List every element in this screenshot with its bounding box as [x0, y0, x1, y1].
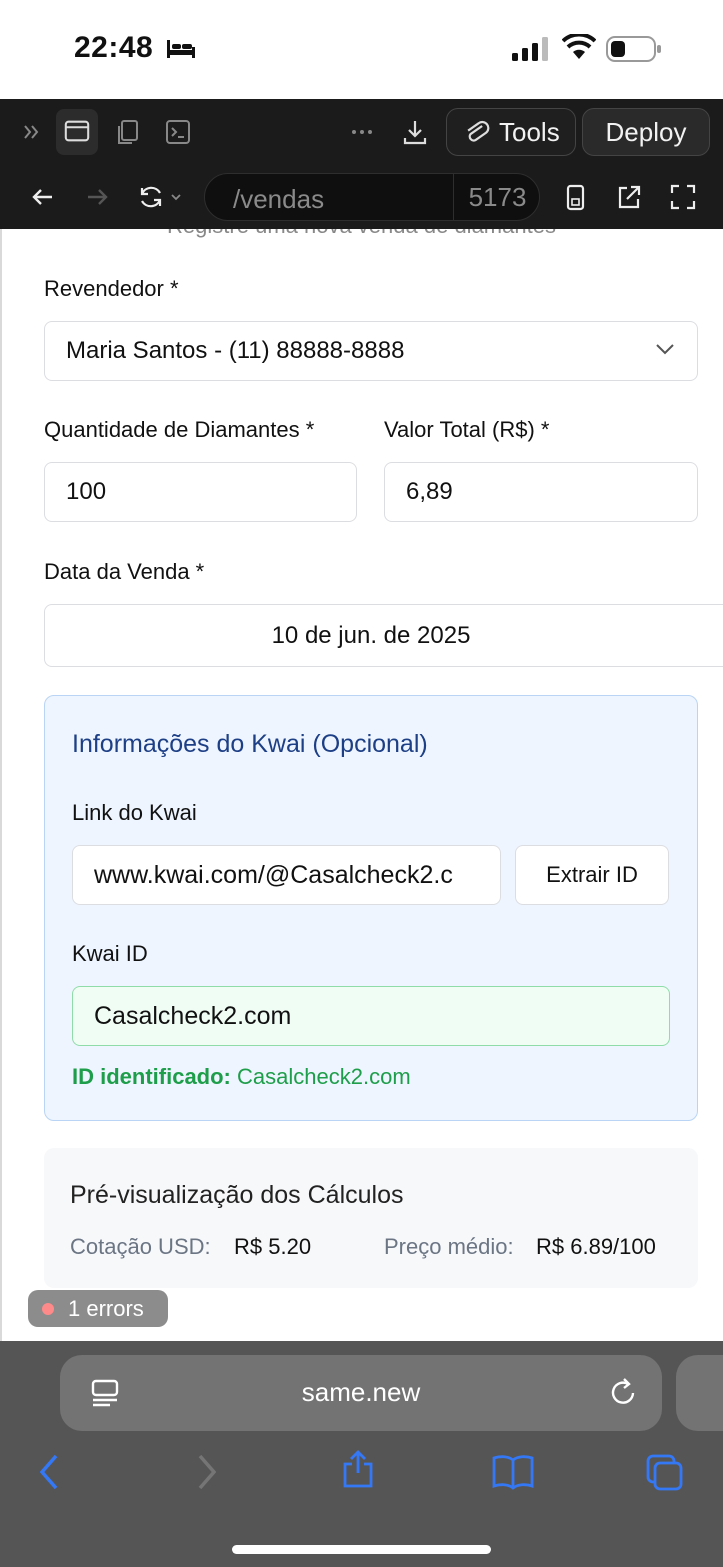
safari-url: same.new: [301, 1377, 421, 1407]
kwai-id-label: Kwai ID: [72, 941, 148, 966]
paperclip-icon: [467, 120, 490, 142]
kwai-link-value: www.kwai.com/@Casalcheck2.c: [94, 860, 453, 889]
quantidade-label: Quantidade de Diamantes *: [44, 417, 315, 442]
home-indicator[interactable]: [232, 1545, 491, 1554]
forward-arrow-icon[interactable]: [82, 182, 112, 212]
data-venda-value: 10 de jun. de 2025: [271, 621, 471, 649]
terminal-icon[interactable]: [163, 117, 193, 147]
status-time: 22:48: [74, 31, 154, 64]
cellular-signal-icon: [512, 37, 548, 61]
fullscreen-icon[interactable]: [668, 182, 698, 212]
safari-bottom-bar: same.new: [0, 1341, 723, 1567]
revendedor-selected-value: Maria Santos - (11) 88888-8888: [66, 337, 405, 364]
reload-icon[interactable]: [604, 1373, 644, 1413]
sale-form-page: Registre uma nova venda de diamantes Rev…: [0, 229, 723, 1341]
id-identified-value: Casalcheck2.com: [237, 1064, 411, 1089]
kwai-link-label: Link do Kwai: [72, 800, 197, 825]
id-identified-prefix: ID identificado:: [72, 1064, 231, 1089]
preco-medio-label: Preço médio:: [384, 1234, 514, 1259]
tabs-icon[interactable]: [644, 1452, 684, 1492]
tools-button[interactable]: Tools: [446, 108, 576, 156]
errors-count: 1 errors: [68, 1295, 144, 1321]
share-icon[interactable]: [338, 1449, 378, 1489]
sleep-focus-icon: [167, 40, 195, 58]
kwai-section-title: Informações do Kwai (Opcional): [72, 730, 428, 758]
preview-nav-bar: /vendas 5173: [0, 165, 723, 229]
preview-title: Pré-visualização dos Cálculos: [70, 1181, 404, 1209]
wifi-icon: [562, 34, 596, 59]
safari-address-bar[interactable]: same.new: [60, 1355, 662, 1431]
revendedor-select[interactable]: Maria Santos - (11) 88888-8888: [44, 321, 698, 381]
url-bar[interactable]: /vendas 5173: [204, 173, 540, 221]
more-options-icon[interactable]: [347, 117, 377, 147]
safari-forward-icon[interactable]: [186, 1452, 226, 1492]
error-dot-icon: [42, 1302, 54, 1315]
revendedor-label: Revendedor *: [44, 276, 179, 301]
cotacao-label: Cotação USD:: [70, 1234, 211, 1259]
refresh-icon[interactable]: [136, 182, 188, 212]
bookmarks-icon[interactable]: [490, 1452, 536, 1492]
browser-view-button[interactable]: [56, 109, 98, 155]
page-border: [0, 229, 2, 1341]
form-subtitle: Registre uma nova venda de diamantes: [0, 229, 723, 239]
valor-total-label: Valor Total (R$) *: [384, 417, 550, 442]
data-venda-input[interactable]: 10 de jun. de 2025: [44, 604, 723, 667]
expand-panels-icon[interactable]: [18, 117, 48, 147]
browser-window-icon: [64, 120, 90, 142]
valor-total-input[interactable]: 6,89: [384, 462, 698, 522]
valor-total-value: 6,89: [406, 478, 453, 505]
status-bar: 22:48: [0, 0, 723, 99]
copy-icon[interactable]: [113, 117, 143, 147]
next-tab-preview[interactable]: [676, 1355, 723, 1431]
extract-id-button[interactable]: Extrair ID: [515, 845, 669, 905]
open-external-icon[interactable]: [614, 182, 644, 212]
chevron-down-icon: [656, 344, 674, 355]
port-number[interactable]: 5173: [453, 174, 541, 220]
safari-back-icon[interactable]: [30, 1452, 70, 1492]
kwai-id-value: Casalcheck2.com: [94, 1001, 292, 1030]
tools-label: Tools: [499, 116, 560, 147]
id-identified-message: ID identificado: Casalcheck2.com: [72, 1064, 411, 1090]
deploy-button[interactable]: Deploy: [582, 108, 710, 156]
kwai-info-section: Informações do Kwai (Opcional) Link do K…: [44, 695, 698, 1121]
url-path: /vendas: [233, 184, 325, 214]
preco-medio-value: R$ 6.89/100: [536, 1234, 656, 1259]
data-venda-label: Data da Venda *: [44, 559, 205, 584]
back-arrow-icon[interactable]: [28, 182, 58, 212]
calculation-preview: Pré-visualização dos Cálculos Cotação US…: [44, 1148, 698, 1288]
quantidade-input[interactable]: 100: [44, 462, 357, 522]
dev-toolbar: Tools Deploy: [0, 99, 723, 165]
kwai-id-input[interactable]: Casalcheck2.com: [72, 986, 670, 1046]
mobile-view-icon[interactable]: [560, 182, 590, 212]
download-icon[interactable]: [400, 117, 430, 147]
errors-badge[interactable]: 1 errors: [28, 1290, 168, 1327]
quantidade-value: 100: [66, 478, 107, 505]
kwai-link-input[interactable]: www.kwai.com/@Casalcheck2.c: [72, 845, 501, 905]
cotacao-value: R$ 5.20: [234, 1234, 312, 1259]
battery-icon: [606, 36, 661, 62]
